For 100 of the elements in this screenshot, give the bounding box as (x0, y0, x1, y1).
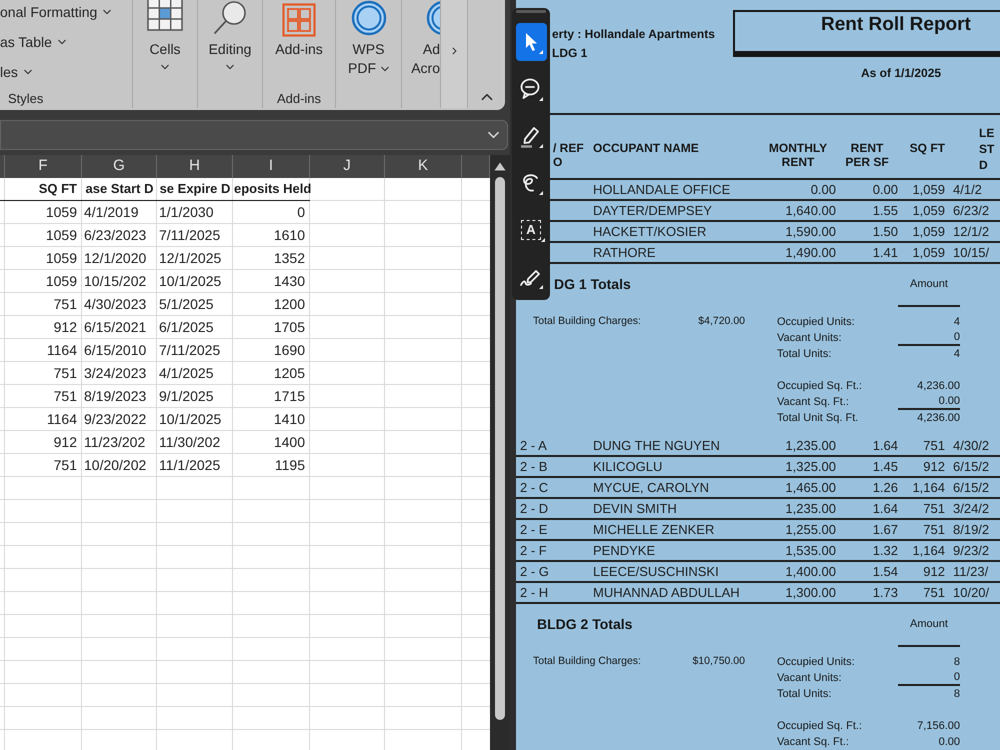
table-cell: 1,059 (912, 182, 945, 198)
ribbon-button[interactable]: WPS PDF (348, 0, 389, 90)
table-cell: 3/24/2 (953, 500, 990, 516)
group-label: Styles (8, 90, 44, 108)
table-cell: 12/1/2 (953, 224, 990, 240)
select-tool[interactable] (516, 22, 546, 60)
ribbon-button[interactable]: Add-ins (275, 0, 323, 90)
double-ring-icon (426, 0, 440, 36)
table-cell: DUNG THE NGUYEN (593, 438, 720, 454)
table-cell-text: 1352 (274, 248, 305, 268)
column-header[interactable]: J (343, 155, 351, 178)
summary-label: Occupied Sq. Ft.: (777, 718, 862, 734)
column-header[interactable]: I (268, 155, 274, 178)
summary-value: 0 (898, 330, 960, 346)
column-header[interactable]: H (189, 155, 200, 178)
ribbon-menu-button[interactable]: as Table (0, 32, 66, 52)
column-heading: SQ FT (38, 180, 77, 198)
table-cell: MICHELLE ZENKER (593, 522, 714, 538)
table-cell-text: 1164 (46, 410, 77, 428)
table-cell: 1,164 (912, 542, 945, 558)
column-header: OCCUPANT NAME (593, 141, 699, 155)
double-ring-icon (350, 0, 386, 36)
table-cell: 2 - F (520, 542, 547, 558)
table-cell: 1.41 (872, 244, 898, 260)
table-cell-text: 3/24/2023 (84, 364, 146, 382)
ribbon-button[interactable]: Editing (208, 0, 252, 90)
totals-heading: BLDG 2 Totals (537, 614, 632, 634)
collapse-ribbon-button[interactable] (480, 92, 494, 101)
summary-label: Occupied Units: (777, 314, 855, 330)
summary-label: Vacant Units: (777, 670, 842, 686)
expand-formula-bar-button[interactable] (487, 131, 500, 139)
table-cell: 751 (923, 500, 945, 516)
table-cell: 751 (923, 584, 945, 600)
column-header: RENT PER SF (845, 141, 889, 169)
table-cell: 912 (923, 564, 945, 580)
table-cell: 1,325.00 (785, 458, 836, 474)
table-cell-text: 912 (54, 318, 77, 336)
summary-value: 8 (952, 686, 960, 702)
table-cell: 1,059 (912, 224, 945, 240)
table-cell-text: 1200 (274, 294, 305, 314)
text-select-tool[interactable]: A (516, 210, 546, 248)
table-cell-text: 4/30/2023 (84, 294, 146, 314)
column-header[interactable]: K (418, 155, 428, 178)
summary-value: 0.00 (938, 734, 960, 750)
table-cell: 2 - H (520, 584, 548, 600)
table-cell: MYCUE, CAROLYN (593, 480, 710, 496)
table-cell: 1,400.00 (785, 564, 836, 580)
table-cell: LEECE/SUSCHINSKI (593, 564, 719, 580)
scrollbar-thumb[interactable] (495, 177, 505, 720)
column-header[interactable]: F (38, 155, 48, 178)
table-cell: MUHANNAD ABDULLAH (593, 584, 740, 600)
table-cell-text: 0 (297, 202, 305, 222)
summary-value: 4 (952, 314, 960, 330)
table-cell-text: 1059 (46, 248, 77, 268)
table-cell-text: 6/23/2023 (84, 226, 146, 244)
summary-label: Total Unit Sq. Ft. (777, 410, 858, 426)
table-cell: 10/20/ (953, 584, 990, 600)
chevron-down-icon (487, 131, 500, 139)
table-cell: 1.32 (872, 542, 898, 558)
table-cell-text: 1400 (274, 432, 305, 452)
ribbon-menu-button[interactable]: onal Formatting (0, 2, 112, 22)
column-heading: eposits Held (234, 180, 312, 198)
table-cell-text: 7/11/2025 (159, 226, 220, 244)
table-cell: 1,059 (912, 244, 945, 260)
column-header[interactable]: G (113, 155, 125, 178)
chevron-right-icon (452, 47, 456, 55)
table-cell: 2 - E (520, 522, 548, 538)
table-cell-text: 4/1/2025 (159, 364, 214, 382)
table-cell-text: 1705 (274, 318, 305, 336)
table-cell-text: 4/1/2019 (84, 202, 138, 222)
table-cell-text: 10/1/2025 (159, 410, 222, 428)
table-cell: 6/23/2 (953, 202, 990, 218)
table-cell: 2 - C (520, 480, 548, 496)
report-date: As of 1/1/2025 (861, 65, 942, 81)
summary-label: Occupied Units: (777, 654, 855, 670)
table-cell: DAYTER/DEMPSEY (593, 202, 712, 218)
table-cell-text: 9/23/2022 (84, 410, 146, 428)
table-cell-text: 10/1/2025 (159, 272, 222, 290)
table-cell-text: 6/15/2010 (84, 340, 146, 360)
table-cell: 1,465.00 (785, 480, 836, 496)
table-cell: 1,490.00 (785, 244, 836, 260)
table-cell: 2 - A (520, 438, 547, 454)
table-cell-text: 1690 (274, 340, 305, 360)
drag-handle[interactable] (516, 10, 546, 13)
table-cell-text: 1715 (274, 386, 305, 406)
table-cell: 4/30/2 (953, 438, 990, 454)
table-cell-text: 7/11/2025 (159, 340, 220, 360)
table-cell-text: 9/1/2025 (159, 386, 214, 406)
chevron-up-icon (480, 92, 492, 100)
table-cell: 1.45 (872, 458, 898, 474)
column-heading: se Expire D (160, 180, 230, 198)
scroll-up-button[interactable] (494, 162, 506, 171)
triangle-up-icon (494, 162, 506, 171)
ribbon-menu-button[interactable]: les (0, 62, 32, 82)
table-cell: 1,640.00 (785, 202, 836, 218)
ribbon-button[interactable]: Cells (147, 0, 183, 90)
column-label: Amount (910, 276, 948, 292)
summary-label: Total Units: (777, 686, 832, 702)
table-cell: 1,255.00 (785, 522, 836, 538)
table-cell: 1,164 (912, 480, 945, 496)
